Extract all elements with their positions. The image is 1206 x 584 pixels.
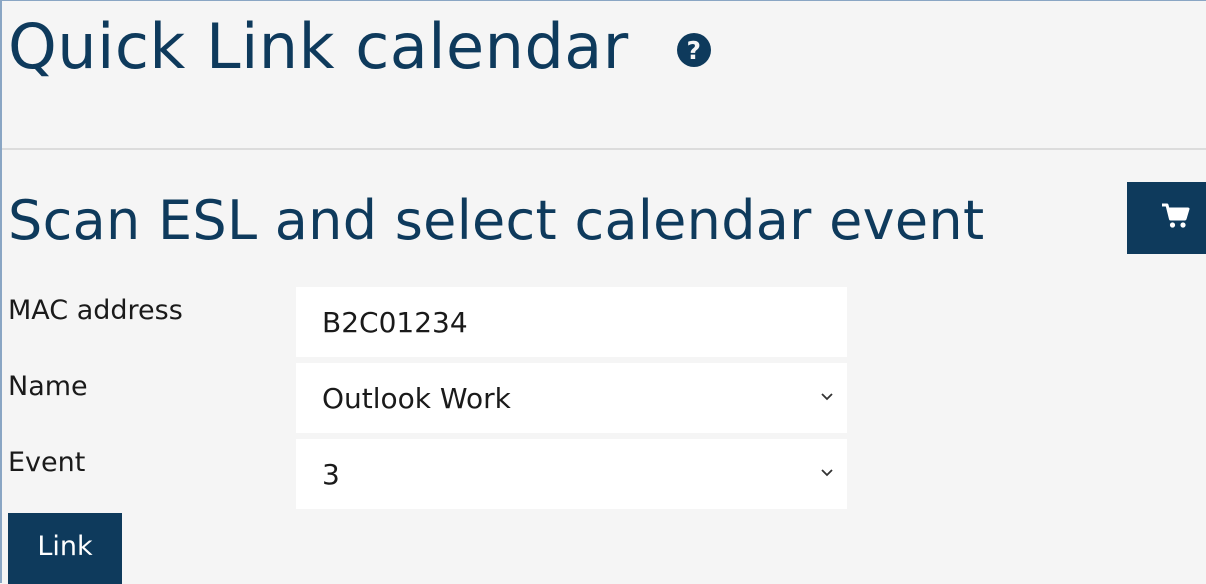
shopping-cart-icon (1162, 203, 1190, 228)
event-selected-value: 3 (322, 457, 340, 491)
event-row: Event 3 (8, 439, 848, 509)
mac-address-label: MAC address (8, 295, 183, 326)
header-divider (2, 148, 1206, 150)
name-select[interactable]: Outlook Work (296, 363, 847, 433)
event-select[interactable]: 3 (296, 439, 847, 509)
page-header: Quick Link calendar ? (8, 9, 711, 85)
mac-address-value: B2C01234 (322, 305, 468, 339)
cart-button[interactable] (1127, 182, 1206, 254)
chevron-down-icon (821, 469, 833, 477)
mac-address-row: MAC address B2C01234 (8, 287, 848, 357)
question-circle-icon[interactable]: ? (676, 33, 711, 67)
name-label: Name (8, 371, 88, 402)
link-button[interactable]: Link (8, 513, 122, 584)
name-selected-value: Outlook Work (322, 381, 511, 415)
page-title: Quick Link calendar (8, 10, 629, 83)
mac-address-input[interactable]: B2C01234 (296, 287, 847, 357)
section-header: Scan ESL and select calendar event (8, 182, 1206, 258)
name-row: Name Outlook Work (8, 363, 848, 433)
chevron-down-icon (821, 393, 833, 401)
event-label: Event (8, 447, 86, 478)
section-title: Scan ESL and select calendar event (8, 189, 985, 252)
